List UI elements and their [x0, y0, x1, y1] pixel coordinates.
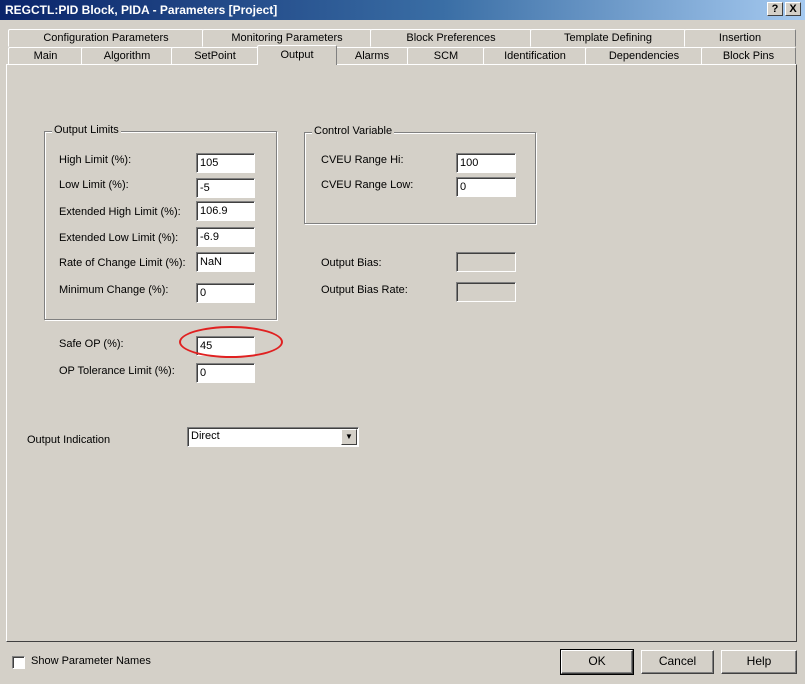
help-title-button[interactable]: ? — [767, 2, 783, 16]
op-tolerance-limit-label: OP Tolerance Limit (%): — [59, 365, 175, 377]
ok-button[interactable]: OK — [560, 649, 634, 675]
show-parameter-names-label: Show Parameter Names — [31, 655, 151, 667]
help-button[interactable]: Help — [721, 650, 797, 674]
extended-high-limit-label: Extended High Limit (%): — [59, 206, 181, 218]
title-bar: REGCTL:PID Block, PIDA - Parameters [Pro… — [0, 0, 805, 20]
output-bias-field — [456, 252, 516, 272]
output-bias-label: Output Bias: — [321, 257, 382, 269]
extended-high-limit-field[interactable]: 106.9 — [196, 201, 255, 221]
cveu-range-hi-label: CVEU Range Hi: — [321, 154, 404, 166]
low-limit-label: Low Limit (%): — [59, 179, 129, 191]
output-limits-title: Output Limits — [52, 124, 121, 136]
tab-alarms[interactable]: Alarms — [335, 47, 409, 65]
output-bias-rate-field — [456, 282, 516, 302]
cveu-range-low-label: CVEU Range Low: — [321, 179, 414, 191]
tab-configuration-parameters[interactable]: Configuration Parameters — [8, 29, 204, 47]
tab-block-pins[interactable]: Block Pins — [701, 47, 796, 65]
extended-low-limit-field[interactable]: -6.9 — [196, 227, 255, 247]
control-variable-title: Control Variable — [312, 125, 395, 137]
tab-output[interactable]: Output — [257, 45, 337, 65]
close-icon[interactable]: X — [785, 2, 801, 16]
output-indication-label: Output Indication — [27, 434, 111, 446]
tab-dependencies[interactable]: Dependencies — [585, 47, 703, 65]
output-indication-select[interactable]: Direct ▼ — [187, 427, 359, 447]
high-limit-label: High Limit (%): — [59, 154, 132, 166]
tab-setpoint[interactable]: SetPoint — [171, 47, 259, 65]
safe-op-highlight-ellipse — [179, 326, 283, 358]
op-tolerance-limit-field[interactable]: 0 — [196, 363, 255, 383]
tab-identification[interactable]: Identification — [483, 47, 587, 65]
window-title: REGCTL:PID Block, PIDA - Parameters [Pro… — [5, 3, 278, 17]
tab-main[interactable]: Main — [8, 47, 83, 65]
output-indication-value: Direct — [191, 430, 220, 442]
cveu-range-low-field[interactable]: 0 — [456, 177, 516, 197]
tab-insertion[interactable]: Insertion — [684, 29, 796, 47]
tab-block-preferences[interactable]: Block Preferences — [370, 29, 532, 47]
rate-of-change-limit-label: Rate of Change Limit (%): — [59, 257, 186, 269]
chevron-down-icon[interactable]: ▼ — [341, 429, 357, 445]
output-tab-panel: Output Limits High Limit (%): 105 Low Li… — [6, 64, 797, 642]
safe-op-label: Safe OP (%): — [59, 338, 124, 350]
tab-algorithm[interactable]: Algorithm — [81, 47, 173, 65]
rate-of-change-limit-field[interactable]: NaN — [196, 252, 255, 272]
high-limit-field[interactable]: 105 — [196, 153, 255, 173]
minimum-change-label: Minimum Change (%): — [59, 284, 169, 296]
show-parameter-names-checkbox[interactable] — [12, 656, 25, 669]
minimum-change-field[interactable]: 0 — [196, 283, 255, 303]
cveu-range-hi-field[interactable]: 100 — [456, 153, 516, 173]
extended-low-limit-label: Extended Low Limit (%): — [59, 232, 179, 244]
tab-template-defining[interactable]: Template Defining — [530, 29, 686, 47]
cancel-button[interactable]: Cancel — [641, 650, 714, 674]
output-bias-rate-label: Output Bias Rate: — [321, 284, 408, 296]
low-limit-field[interactable]: -5 — [196, 178, 255, 198]
tab-scm[interactable]: SCM — [407, 47, 485, 65]
